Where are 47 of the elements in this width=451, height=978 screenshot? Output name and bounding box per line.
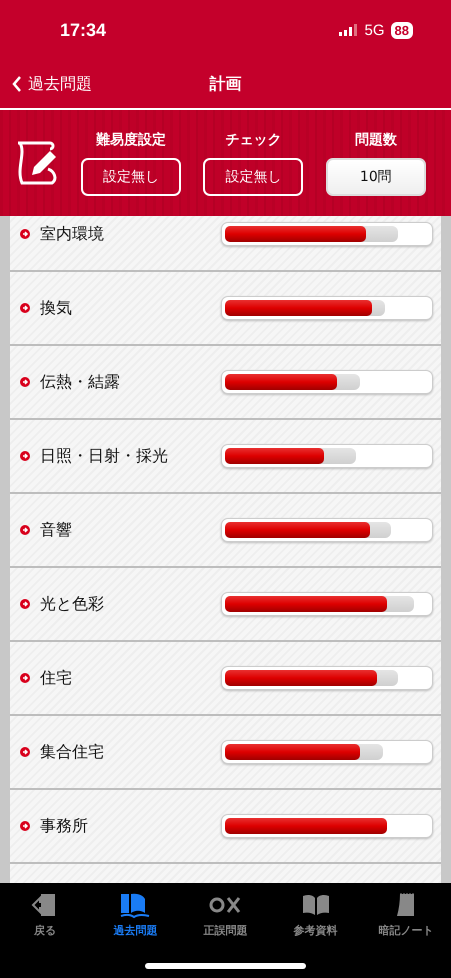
arrow-right-icon xyxy=(20,377,30,387)
topic-row[interactable]: 集合住宅 xyxy=(10,716,441,790)
arrow-right-icon xyxy=(20,525,30,535)
signal-icon xyxy=(338,24,359,36)
setting-button[interactable]: 設定無し xyxy=(81,158,182,196)
topic-name: 光と色彩 xyxy=(40,594,105,614)
screen-title: 計画 xyxy=(210,74,242,94)
topic-name: 伝熱・結露 xyxy=(40,372,121,392)
setting-button[interactable]: 設定無し xyxy=(203,158,304,196)
arrow-right-icon xyxy=(20,821,30,831)
arrow-right-icon xyxy=(20,747,30,757)
chevron-left-icon xyxy=(12,75,22,93)
tab-item[interactable]: 正誤問題 xyxy=(180,885,271,943)
battery-level: 88 xyxy=(390,22,413,38)
topic-name: 住宅 xyxy=(40,668,73,688)
back-link[interactable]: 過去問題 xyxy=(0,74,92,94)
setting-button[interactable]: 10問 xyxy=(326,158,426,196)
topic-row[interactable]: 室内環境 xyxy=(10,216,441,272)
topic-name: 音響 xyxy=(40,520,73,540)
arrow-right-icon xyxy=(20,673,30,683)
topic-name: 日照・日射・採光 xyxy=(40,446,169,466)
book-icon xyxy=(119,891,152,919)
topic-row[interactable]: 住宅 xyxy=(10,642,441,716)
arrow-right-icon xyxy=(20,303,30,313)
arrow-right-icon xyxy=(20,599,30,609)
tab-item[interactable]: 暗記ノート xyxy=(360,885,451,943)
topic-row[interactable]: 事務所 xyxy=(10,790,441,864)
back-label: 過去問題 xyxy=(28,74,92,94)
topic-row[interactable]: 音響 xyxy=(10,494,441,568)
topic-row[interactable]: 換気 xyxy=(10,272,441,346)
topic-name: 集合住宅 xyxy=(40,742,105,762)
topic-row[interactable]: 光と色彩 xyxy=(10,568,441,642)
setting-label: 難易度設定 xyxy=(96,130,166,148)
topic-name: 室内環境 xyxy=(40,224,105,244)
topic-name: 事務所 xyxy=(40,816,89,836)
topic-row[interactable]: 伝熱・結露 xyxy=(10,346,441,420)
status-time: 17:34 xyxy=(60,20,106,40)
topic-name: 換気 xyxy=(40,298,73,318)
tab-item[interactable]: 過去問題 xyxy=(90,885,180,943)
arrow-right-icon xyxy=(20,451,30,461)
arrow-right-icon xyxy=(20,229,30,239)
topic-row[interactable]: 日照・日射・採光 xyxy=(10,420,441,494)
tab-item[interactable]: 戻る xyxy=(0,885,90,943)
setting-label: 問題数 xyxy=(354,130,397,148)
setting-label: チェック xyxy=(225,130,282,148)
network-label: 5G xyxy=(364,22,385,38)
tab-item[interactable]: 参考資料 xyxy=(270,885,361,943)
